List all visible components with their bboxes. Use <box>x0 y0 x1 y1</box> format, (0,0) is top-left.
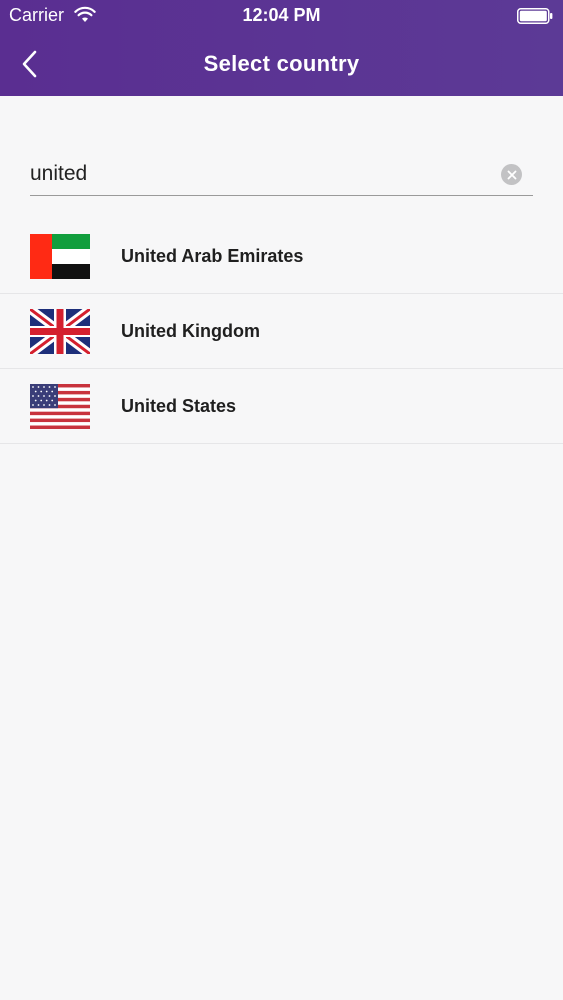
page-title: Select country <box>203 51 360 76</box>
clock: 12:04 PM <box>242 5 321 25</box>
country-row-united-kingdom[interactable]: United Kingdom <box>0 294 563 369</box>
app-header: Carrier 12:04 PM Select country <box>0 0 563 96</box>
country-name: United Arab Emirates <box>121 246 304 266</box>
clear-circle-icon <box>507 170 516 179</box>
uk-flag-icon <box>30 309 90 354</box>
country-row-united-states[interactable]: United States <box>0 369 563 444</box>
us-flag-icon <box>30 384 90 429</box>
status-bar: Carrier 12:04 PM <box>0 0 563 32</box>
search-field <box>30 152 533 196</box>
search-input[interactable] <box>30 156 490 192</box>
country-name: United States <box>121 396 237 416</box>
uae-flag-icon <box>30 234 90 279</box>
country-name: United Kingdom <box>121 321 260 341</box>
clear-search-button[interactable] <box>501 164 522 185</box>
navigation-bar: Select country <box>0 32 563 96</box>
battery-icon <box>517 8 553 24</box>
country-row-united-arab-emirates[interactable]: United Arab Emirates <box>0 219 563 294</box>
country-list: United Arab Emirates United Kingdom Unit… <box>0 219 563 444</box>
